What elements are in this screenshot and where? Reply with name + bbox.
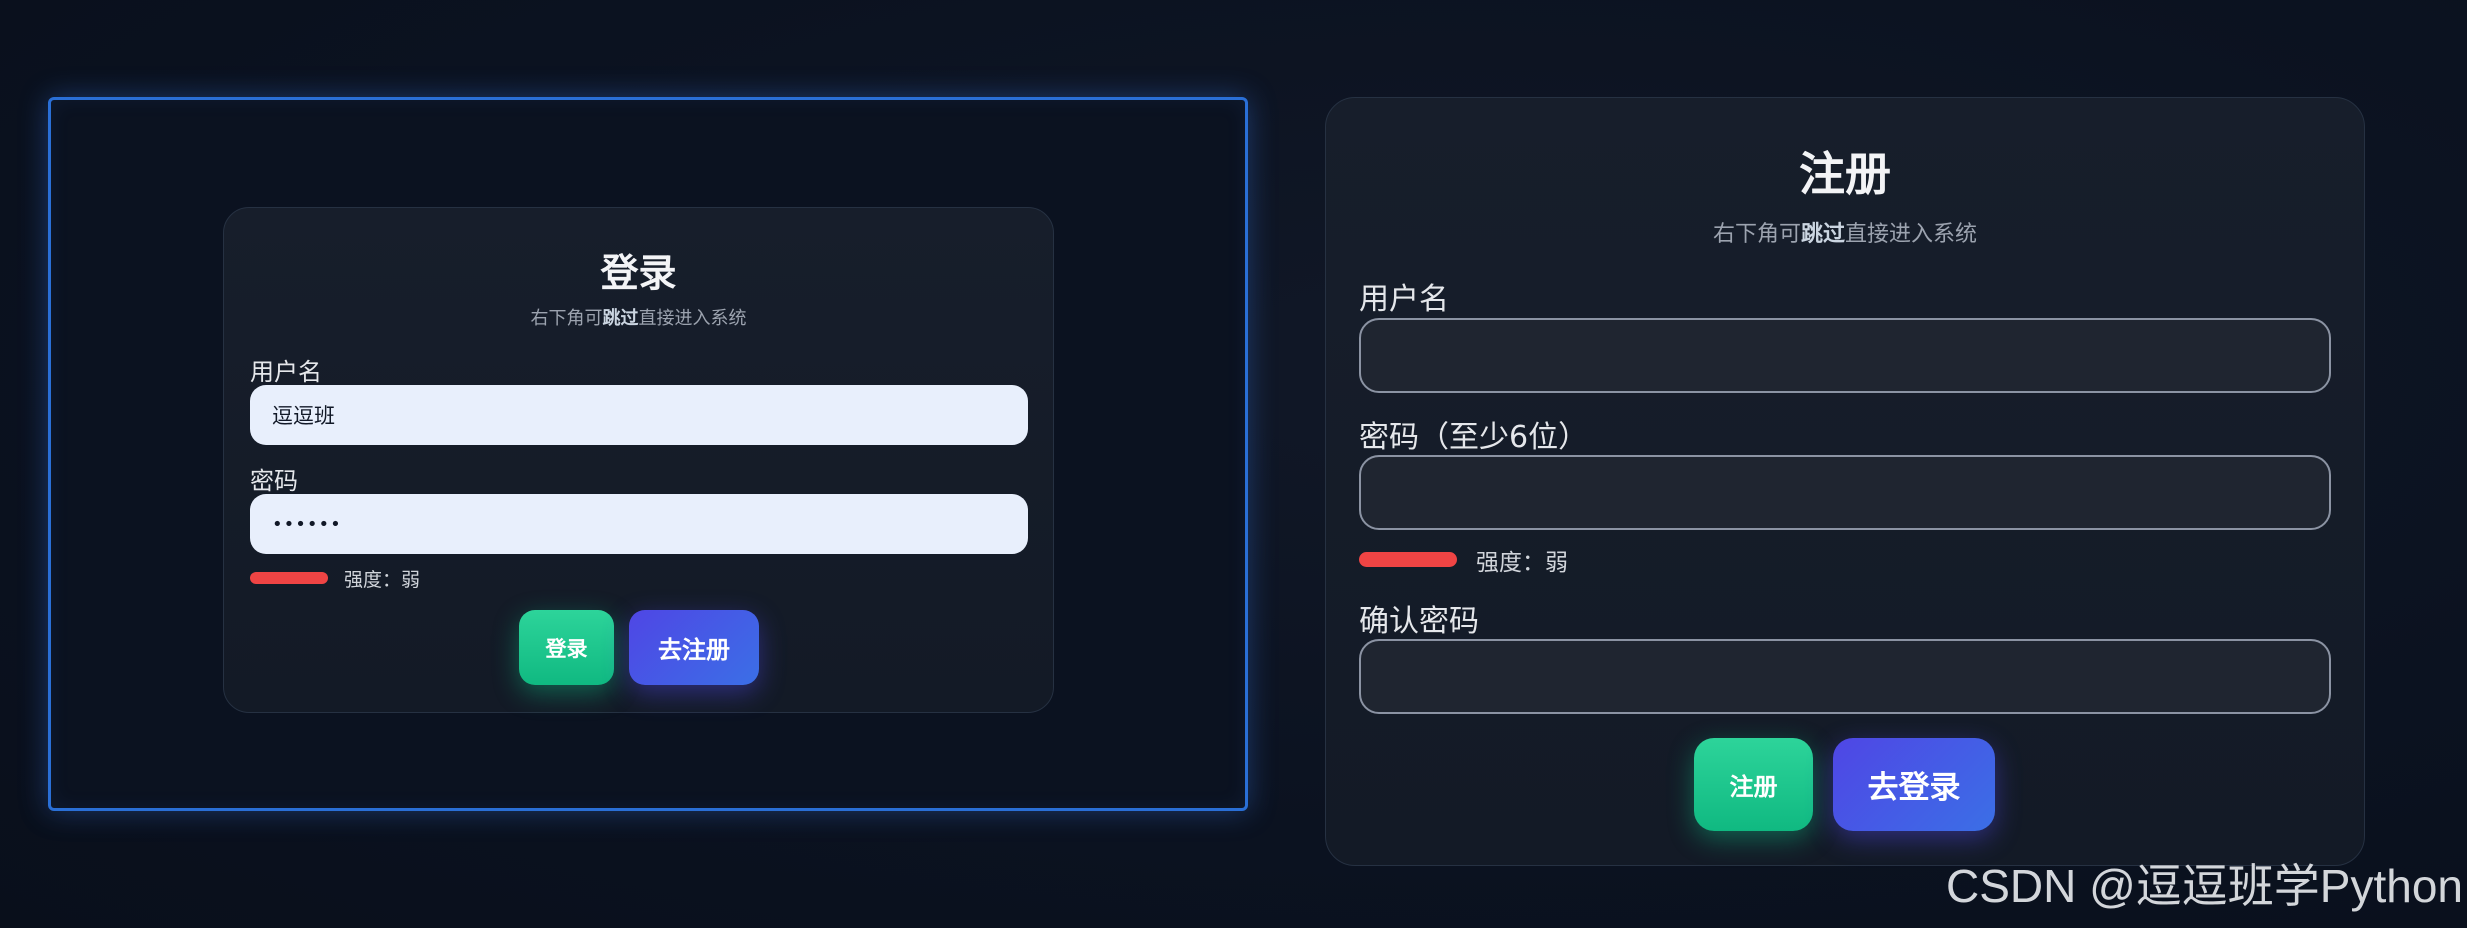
password-strength-bar: [250, 572, 328, 584]
password-strength-text: 强度：弱: [344, 569, 421, 591]
login-subtitle: 右下角可跳过直接进入系统: [530, 308, 747, 329]
reg-username-input[interactable]: [1359, 318, 2331, 393]
reg-confirm-input[interactable]: [1359, 639, 2331, 714]
login-title: 登录: [600, 251, 677, 295]
reg-password-input[interactable]: [1359, 455, 2331, 530]
password-input[interactable]: ••••••: [250, 494, 1028, 554]
watermark: CSDN @逗逗班学Python: [1945, 860, 2463, 912]
login-button[interactable]: 登录: [519, 610, 614, 685]
register-card: 注册 右下角可跳过直接进入系统 用户名 密码（至少6位） 强度：弱 确认密码 注…: [1325, 97, 2365, 866]
register-subtitle: 右下角可跳过直接进入系统: [1712, 222, 1978, 247]
username-label: 用户名: [250, 358, 322, 386]
reg-password-strength-bar: [1359, 552, 1457, 567]
reg-username-label: 用户名: [1359, 282, 1449, 317]
password-label: 密码: [250, 467, 298, 495]
register-button[interactable]: 注册: [1694, 738, 1813, 831]
reg-password-label: 密码（至少6位）: [1359, 420, 1589, 455]
reg-password-strength-text: 强度：弱: [1476, 550, 1568, 576]
go-register-button[interactable]: 去注册: [629, 610, 759, 685]
login-card: 登录 右下角可跳过直接进入系统 用户名 逗逗班 密码 •••••• 强度：弱 登…: [223, 207, 1054, 713]
reg-confirm-label: 确认密码: [1359, 604, 1479, 639]
username-input[interactable]: 逗逗班: [250, 385, 1028, 445]
go-login-button[interactable]: 去登录: [1833, 738, 1995, 831]
register-title: 注册: [1799, 147, 1891, 201]
